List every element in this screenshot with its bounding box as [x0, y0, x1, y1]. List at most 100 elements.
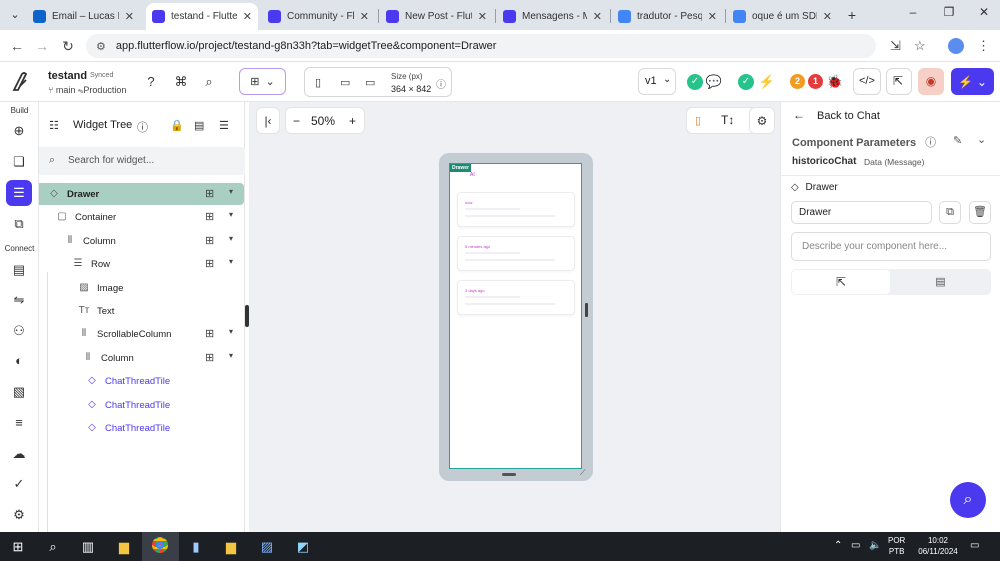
url-field[interactable]: ⚙ app.flutterflow.io/project/testand-g8n… — [86, 34, 876, 58]
tab-properties[interactable]: ⇱ — [792, 270, 890, 294]
check-icon[interactable]: ✓ — [687, 74, 703, 90]
drawer-preview[interactable]: Drawer AI now 5 minutes ago 3 days ago — [449, 163, 582, 469]
tree-row[interactable]: Tт Text — [39, 300, 245, 322]
phone-device-icon[interactable]: ▯ — [315, 76, 321, 89]
new-tab-button[interactable]: + — [842, 5, 862, 25]
tree-row[interactable]: ◇ ChatThreadTile — [39, 370, 245, 392]
widget-search-input[interactable]: ⌕ Search for widget... — [39, 147, 245, 175]
site-info-icon[interactable]: ⚙ — [96, 40, 106, 53]
canvas-settings-button[interactable]: ⚙ — [749, 107, 775, 134]
zoom-in-icon[interactable]: + — [349, 114, 356, 128]
duplicate-button[interactable]: ⧉ — [939, 201, 961, 224]
firebase-icon[interactable]: ⚇ — [8, 320, 30, 342]
design-mode-selector[interactable]: ⊞ ⌄ — [239, 68, 286, 95]
search-icon[interactable]: ⌕ — [43, 537, 63, 557]
add-child-widget-icon[interactable]: ⊞ — [205, 257, 214, 270]
storyboard-icon[interactable]: ⧉ — [8, 213, 30, 235]
size-value[interactable]: 364 × 842 — [391, 84, 431, 94]
phone-bottom-handle[interactable] — [502, 473, 516, 476]
help-icon[interactable]: ? — [142, 74, 160, 89]
theme-icon[interactable]: ◐ — [8, 350, 30, 372]
code-view-button[interactable]: </> — [853, 68, 881, 95]
version-selector[interactable]: v1 ⌄ — [638, 68, 676, 95]
browser-tab[interactable]: Mensagens - Me ✕ — [497, 4, 608, 28]
media-icon[interactable]: ▧ — [8, 381, 30, 403]
bookmark-star-icon[interactable]: ☆ — [914, 38, 926, 54]
document-app-icon[interactable]: ▮ — [186, 537, 206, 557]
command-icon[interactable]: ⌘ — [172, 74, 190, 90]
tab-backend-query[interactable]: ▤ — [891, 270, 990, 294]
bug-icon[interactable]: 🐞 — [826, 74, 844, 90]
tab-close-icon[interactable]: ✕ — [593, 10, 602, 23]
row-options-caret-icon[interactable]: ▾ — [229, 351, 233, 360]
help-search-button[interactable]: ⌕ — [950, 482, 986, 518]
add-child-widget-icon[interactable]: ⊞ — [205, 210, 214, 223]
info-icon[interactable]: ⓘ — [137, 119, 148, 135]
add-child-widget-icon[interactable]: ⊞ — [205, 234, 214, 247]
reload-icon[interactable]: ↻ — [59, 38, 77, 55]
browser-tab[interactable]: oque é um SDK ✕ — [727, 4, 838, 28]
preview-eye-button[interactable]: ◉ — [918, 68, 944, 95]
task-view-icon[interactable]: ▥ — [78, 537, 98, 557]
delete-button[interactable]: 🗑 — [969, 201, 991, 224]
desktop-device-icon[interactable]: ▭ — [365, 76, 375, 89]
network-icon[interactable]: ▭ — [851, 540, 860, 551]
tab-close-icon[interactable]: ✕ — [125, 10, 134, 23]
chat-bubble-icon[interactable]: 💬 — [705, 74, 723, 90]
collapse-all-icon[interactable]: ▤ — [194, 119, 204, 132]
row-options-caret-icon[interactable]: ▾ — [229, 234, 233, 243]
notes-app-icon[interactable]: ◩ — [293, 537, 313, 557]
profile-avatar[interactable] — [948, 38, 964, 54]
tree-row[interactable]: ▢ Container ⊞ ▾ — [39, 206, 245, 228]
warning-count-badge[interactable]: 2 — [790, 74, 805, 89]
row-options-caret-icon[interactable]: ▾ — [229, 257, 233, 266]
tree-row[interactable]: ⫴ Column ⊞ ▾ — [39, 230, 245, 252]
integrations-icon[interactable]: ✓ — [8, 473, 30, 495]
tablet-device-icon[interactable]: ▭ — [340, 76, 350, 89]
tree-row[interactable]: ◇ ChatThreadTile — [39, 417, 245, 439]
tab-close-icon[interactable]: ✕ — [708, 10, 717, 23]
image-editor-icon[interactable]: ▨ — [257, 537, 277, 557]
project-name[interactable]: testand — [48, 70, 87, 82]
chat-thread-tile[interactable]: now — [457, 192, 575, 227]
component-name-input[interactable]: Drawer — [791, 201, 932, 224]
browser-tab[interactable]: tradutor - Pesqu ✕ — [612, 4, 723, 28]
add-page-icon[interactable]: ⊕ — [8, 120, 30, 142]
add-child-widget-icon[interactable]: ⊞ — [205, 327, 214, 340]
flutterflow-logo-icon[interactable] — [8, 70, 32, 94]
resize-corner-icon[interactable]: ⟋ — [580, 468, 586, 478]
browser-tab[interactable]: Email – Lucas Pe ✕ — [27, 4, 140, 28]
run-button[interactable]: ⚡ ⌄ — [951, 68, 994, 95]
tree-row[interactable]: ⫴ ScrollableColumn ⊞ ▾ — [39, 323, 245, 345]
restore-icon[interactable]: ❐ — [939, 5, 959, 19]
install-app-icon[interactable]: ⇲ — [890, 38, 901, 54]
api-calls-icon[interactable]: ⇋ — [8, 289, 30, 311]
chat-thread-tile[interactable]: 3 days ago — [457, 280, 575, 315]
settings-gear-icon[interactable]: ⚙ — [8, 504, 30, 526]
back-arrow-icon[interactable]: ← — [8, 38, 26, 54]
zoom-level[interactable]: 50% — [311, 114, 335, 128]
row-options-caret-icon[interactable]: ▾ — [229, 187, 233, 196]
share-button[interactable]: ⇱ — [886, 68, 912, 95]
search-icon[interactable]: ⌕ — [200, 74, 218, 90]
volume-icon[interactable]: 🔈 — [869, 540, 881, 551]
chevron-down-icon[interactable]: ⌄ — [977, 133, 986, 146]
zoom-out-icon[interactable]: − — [293, 114, 300, 128]
tree-row[interactable]: ☰ Row ⊞ ▾ — [39, 253, 245, 275]
document-icon[interactable]: ▯ — [695, 114, 701, 127]
chat-thread-tile[interactable]: 5 minutes ago — [457, 236, 575, 271]
lightning-icon[interactable]: ⚡ — [758, 74, 776, 90]
tree-row[interactable]: ▨ Image — [39, 277, 245, 299]
file-explorer-icon[interactable]: ▆ — [114, 537, 134, 557]
error-count-badge[interactable]: 1 — [808, 74, 823, 89]
tab-close-icon[interactable]: ✕ — [478, 10, 487, 23]
add-child-widget-icon[interactable]: ⊞ — [205, 351, 214, 364]
phone-side-handle[interactable] — [585, 303, 588, 317]
text-size-icon[interactable]: T↕ — [721, 113, 734, 127]
forward-arrow-icon[interactable]: → — [33, 38, 51, 54]
add-child-widget-icon[interactable]: ⊞ — [205, 187, 214, 200]
browser-tab[interactable]: Community - Flu ✕ — [262, 4, 375, 28]
component-description-input[interactable]: Describe your component here... — [791, 232, 991, 261]
tab-search-chevron-icon[interactable]: ⌄ — [5, 5, 25, 25]
collapse-panel-button[interactable]: |‹ — [256, 107, 280, 134]
